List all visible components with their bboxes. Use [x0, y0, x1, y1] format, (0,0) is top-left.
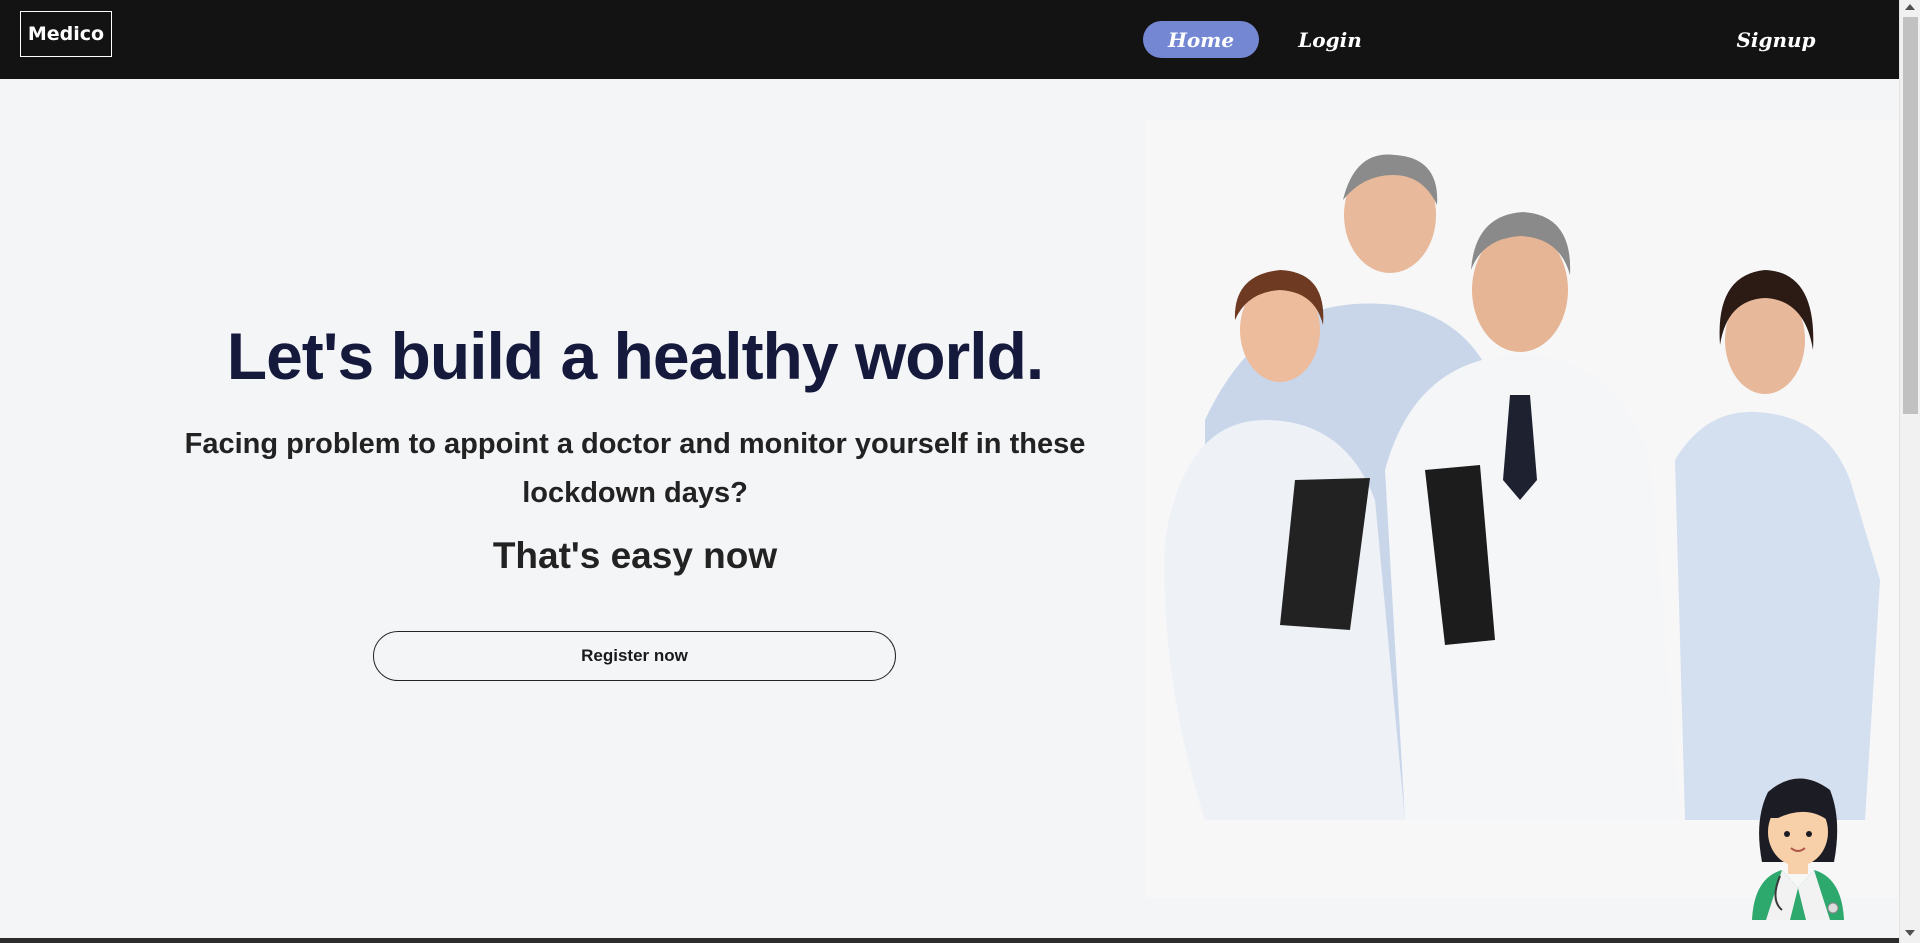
- nav-home-link[interactable]: Home: [1143, 21, 1259, 58]
- logo[interactable]: Medico: [20, 11, 112, 57]
- scroll-thumb[interactable]: [1903, 17, 1918, 414]
- bottom-edge: [0, 938, 1899, 943]
- doctor-figure-center: [1385, 212, 1680, 820]
- register-now-button[interactable]: Register now: [373, 631, 896, 681]
- hero-tagline: That's easy now: [492, 535, 778, 576]
- scroll-down-arrow-icon[interactable]: [1905, 930, 1915, 936]
- navbar: Medico Home Login Signup: [0, 0, 1899, 79]
- nav-login-link[interactable]: Login: [1290, 21, 1370, 58]
- scroll-up-arrow-icon[interactable]: [1905, 4, 1915, 10]
- vertical-scrollbar[interactable]: [1899, 0, 1920, 943]
- chatbot-doctor-avatar[interactable]: [1738, 770, 1860, 920]
- nav-signup-link[interactable]: Signup: [1730, 21, 1822, 58]
- doctor-avatar-icon: [1752, 778, 1844, 920]
- hero-subtitle: Facing problem to appoint a doctor and m…: [184, 428, 1086, 509]
- doctor-figure-right: [1675, 270, 1880, 820]
- hero-title: Let's build a healthy world.: [226, 319, 1044, 393]
